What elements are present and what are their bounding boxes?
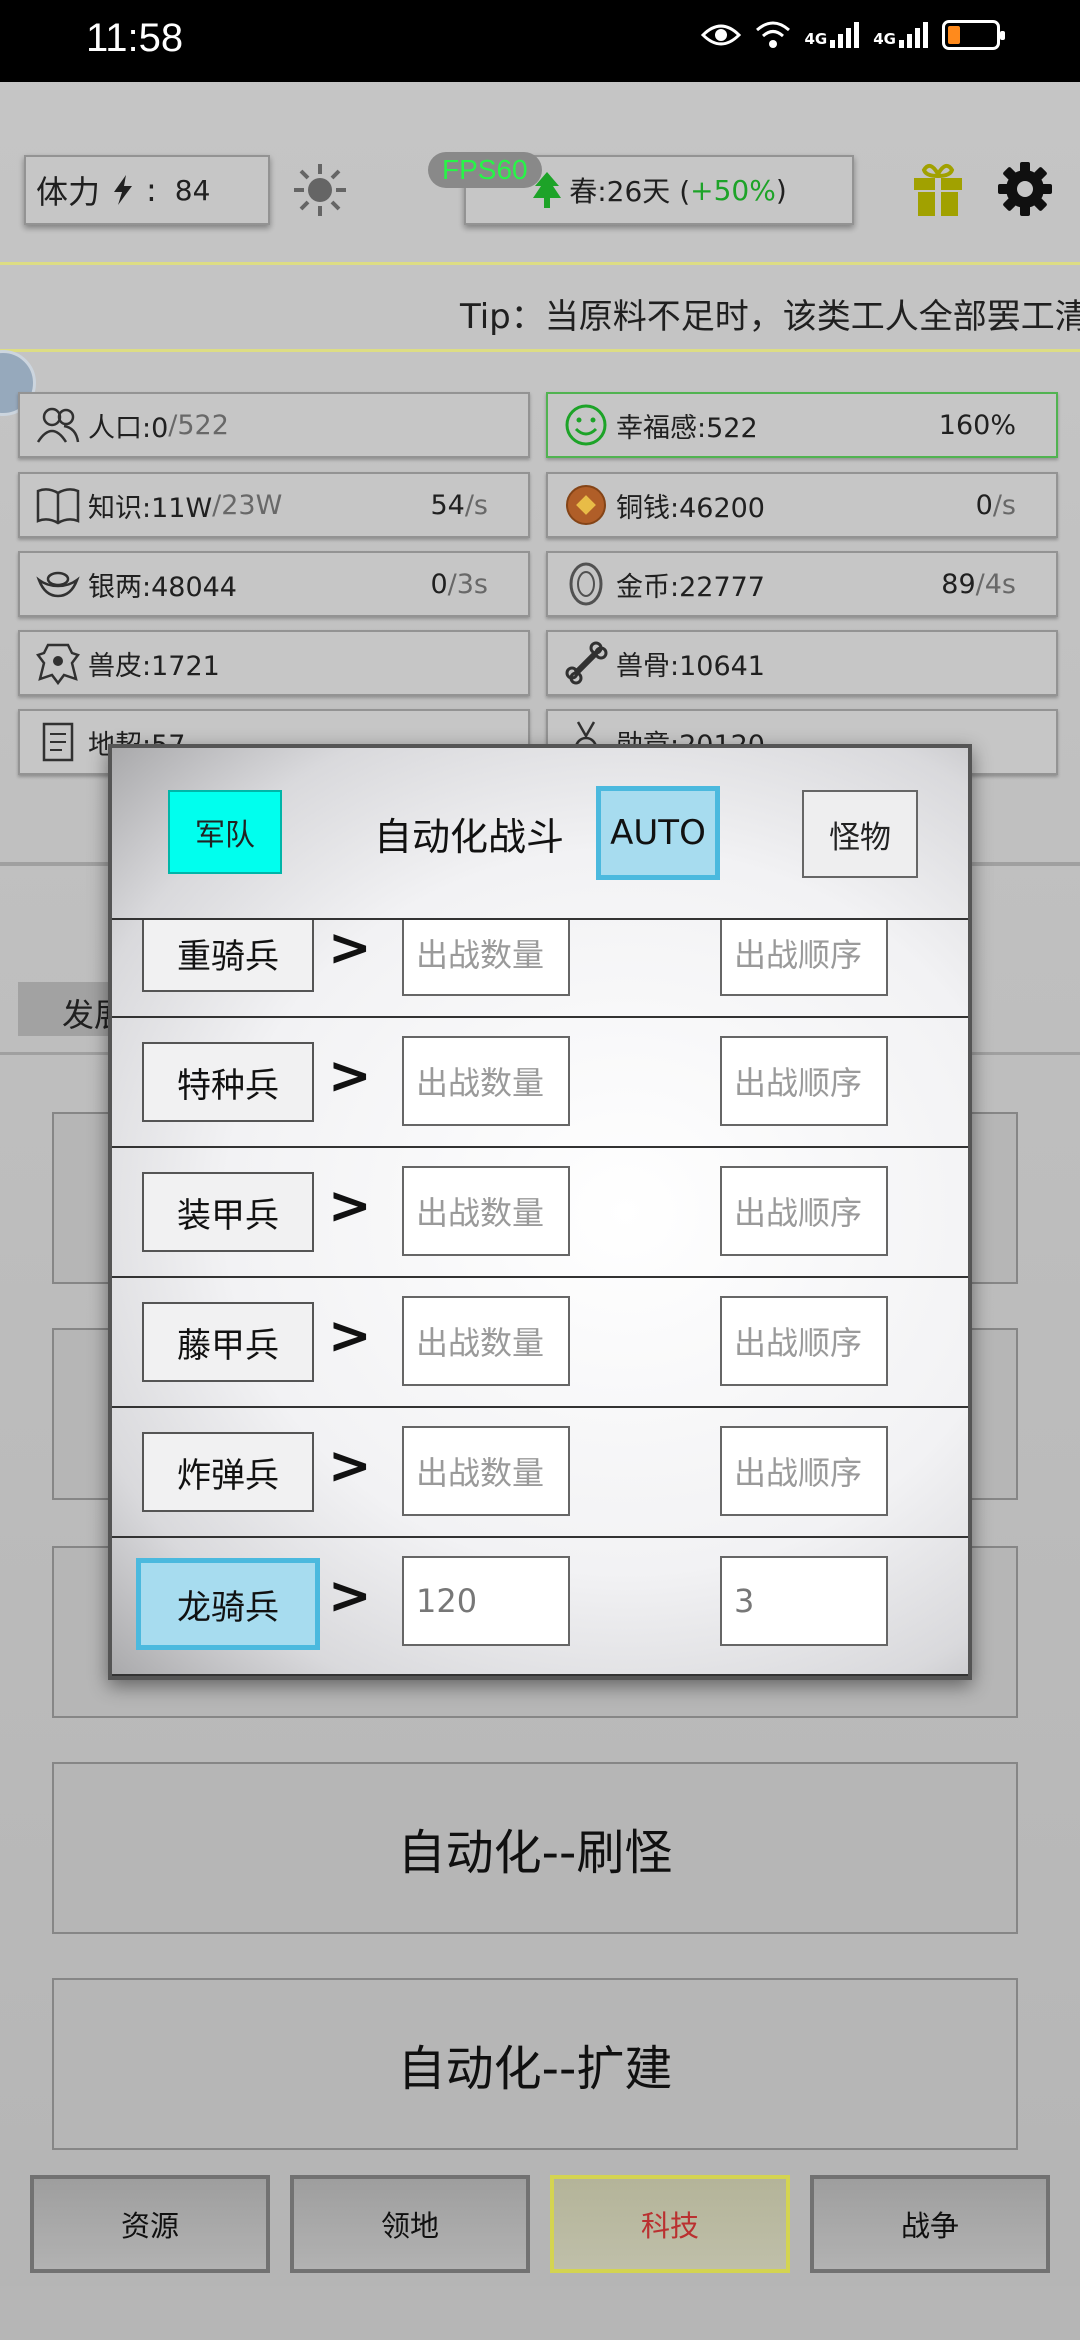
unit-name-button[interactable]: 装甲兵 <box>142 1172 314 1252</box>
order-placeholder: 出战顺序 <box>734 1194 863 1232</box>
deploy-order-input[interactable]: 出战顺序 <box>720 1296 888 1386</box>
unit-name: 藤甲兵 <box>177 1325 279 1366</box>
unit-name: 龙骑兵 <box>177 1587 279 1628</box>
deploy-qty-input[interactable]: 出战数量 <box>402 920 570 996</box>
dialog-title: 自动化战斗 <box>374 815 565 859</box>
arrow-indicator: > <box>328 1046 372 1106</box>
auto-battle-dialog: 军队 自动化战斗 AUTO 怪物 重骑兵 > 出战数量 出战顺序 特种兵 > 出… <box>108 744 972 1680</box>
unit-name-button[interactable]: 特种兵 <box>142 1042 314 1122</box>
unit-row-rattan-armor: 藤甲兵 > 出战数量 出战顺序 <box>112 1276 968 1406</box>
battery-icon <box>942 20 1005 50</box>
unit-row-special-forces: 特种兵 > 出战数量 出战顺序 <box>112 1016 968 1146</box>
network-type-label: 4G <box>873 30 896 48</box>
army-tab-label: 军队 <box>195 818 255 853</box>
deploy-order-input[interactable]: 3 <box>720 1556 888 1646</box>
monster-tab-label: 怪物 <box>829 819 891 856</box>
order-placeholder: 出战顺序 <box>734 1454 863 1492</box>
order-placeholder: 出战顺序 <box>734 1064 863 1102</box>
deploy-qty-input[interactable]: 出战数量 <box>402 1166 570 1256</box>
arrow-indicator: > <box>328 1306 372 1366</box>
unit-name-button[interactable]: 藤甲兵 <box>142 1302 314 1382</box>
deploy-order-input[interactable]: 出战顺序 <box>720 920 888 996</box>
arrow-indicator: > <box>328 1176 372 1236</box>
army-tab[interactable]: 军队 <box>168 790 282 874</box>
dialog-header: 军队 自动化战斗 AUTO 怪物 <box>112 748 968 918</box>
unit-name-button[interactable]: 炸弹兵 <box>142 1432 314 1512</box>
arrow-indicator: > <box>328 1566 372 1626</box>
arrow-indicator: > <box>328 918 372 978</box>
deploy-qty-input[interactable]: 120 <box>402 1556 570 1646</box>
arrow-indicator: > <box>328 1436 372 1496</box>
monster-tab[interactable]: 怪物 <box>802 790 918 878</box>
unit-row-bomber: 炸弹兵 > 出战数量 出战顺序 <box>112 1406 968 1536</box>
unit-name: 重骑兵 <box>177 936 279 977</box>
qty-value: 120 <box>416 1582 478 1620</box>
unit-name: 装甲兵 <box>177 1195 279 1236</box>
unit-row-dragoon: 龙骑兵 > 120 3 <box>112 1536 968 1676</box>
deploy-qty-input[interactable]: 出战数量 <box>402 1036 570 1126</box>
unit-name: 特种兵 <box>177 1065 279 1106</box>
unit-name-button[interactable]: 重骑兵 <box>142 920 314 992</box>
network-type-label: 4G <box>804 30 828 48</box>
auto-toggle-label: AUTO <box>610 813 706 853</box>
qty-placeholder: 出战数量 <box>416 1454 545 1492</box>
eye-icon <box>700 24 741 46</box>
clock: 11:58 <box>86 16 184 60</box>
qty-placeholder: 出战数量 <box>416 1324 545 1362</box>
qty-placeholder: 出战数量 <box>416 1064 545 1102</box>
order-value: 3 <box>734 1582 755 1620</box>
unit-name-button-selected[interactable]: 龙骑兵 <box>136 1558 320 1650</box>
signal-1-icon: 4G <box>805 22 860 48</box>
qty-placeholder: 出战数量 <box>416 1194 545 1232</box>
unit-row-heavy-cavalry: 重骑兵 > 出战数量 出战顺序 <box>112 918 968 1016</box>
qty-placeholder: 出战数量 <box>416 936 545 974</box>
deploy-order-input[interactable]: 出战顺序 <box>720 1166 888 1256</box>
order-placeholder: 出战顺序 <box>734 1324 863 1362</box>
wifi-icon <box>755 21 790 48</box>
status-bar: 11:58 4G 4G <box>0 0 1080 82</box>
deploy-qty-input[interactable]: 出战数量 <box>402 1426 570 1516</box>
status-icons: 4G 4G <box>700 20 1005 50</box>
deploy-order-input[interactable]: 出战顺序 <box>720 1036 888 1126</box>
order-placeholder: 出战顺序 <box>734 936 863 974</box>
deploy-order-input[interactable]: 出战顺序 <box>720 1426 888 1516</box>
auto-toggle-button[interactable]: AUTO <box>596 786 720 880</box>
unit-name: 炸弹兵 <box>177 1455 279 1496</box>
unit-row-armored: 装甲兵 > 出战数量 出战顺序 <box>112 1146 968 1276</box>
deploy-qty-input[interactable]: 出战数量 <box>402 1296 570 1386</box>
signal-2-icon: 4G <box>873 22 928 48</box>
